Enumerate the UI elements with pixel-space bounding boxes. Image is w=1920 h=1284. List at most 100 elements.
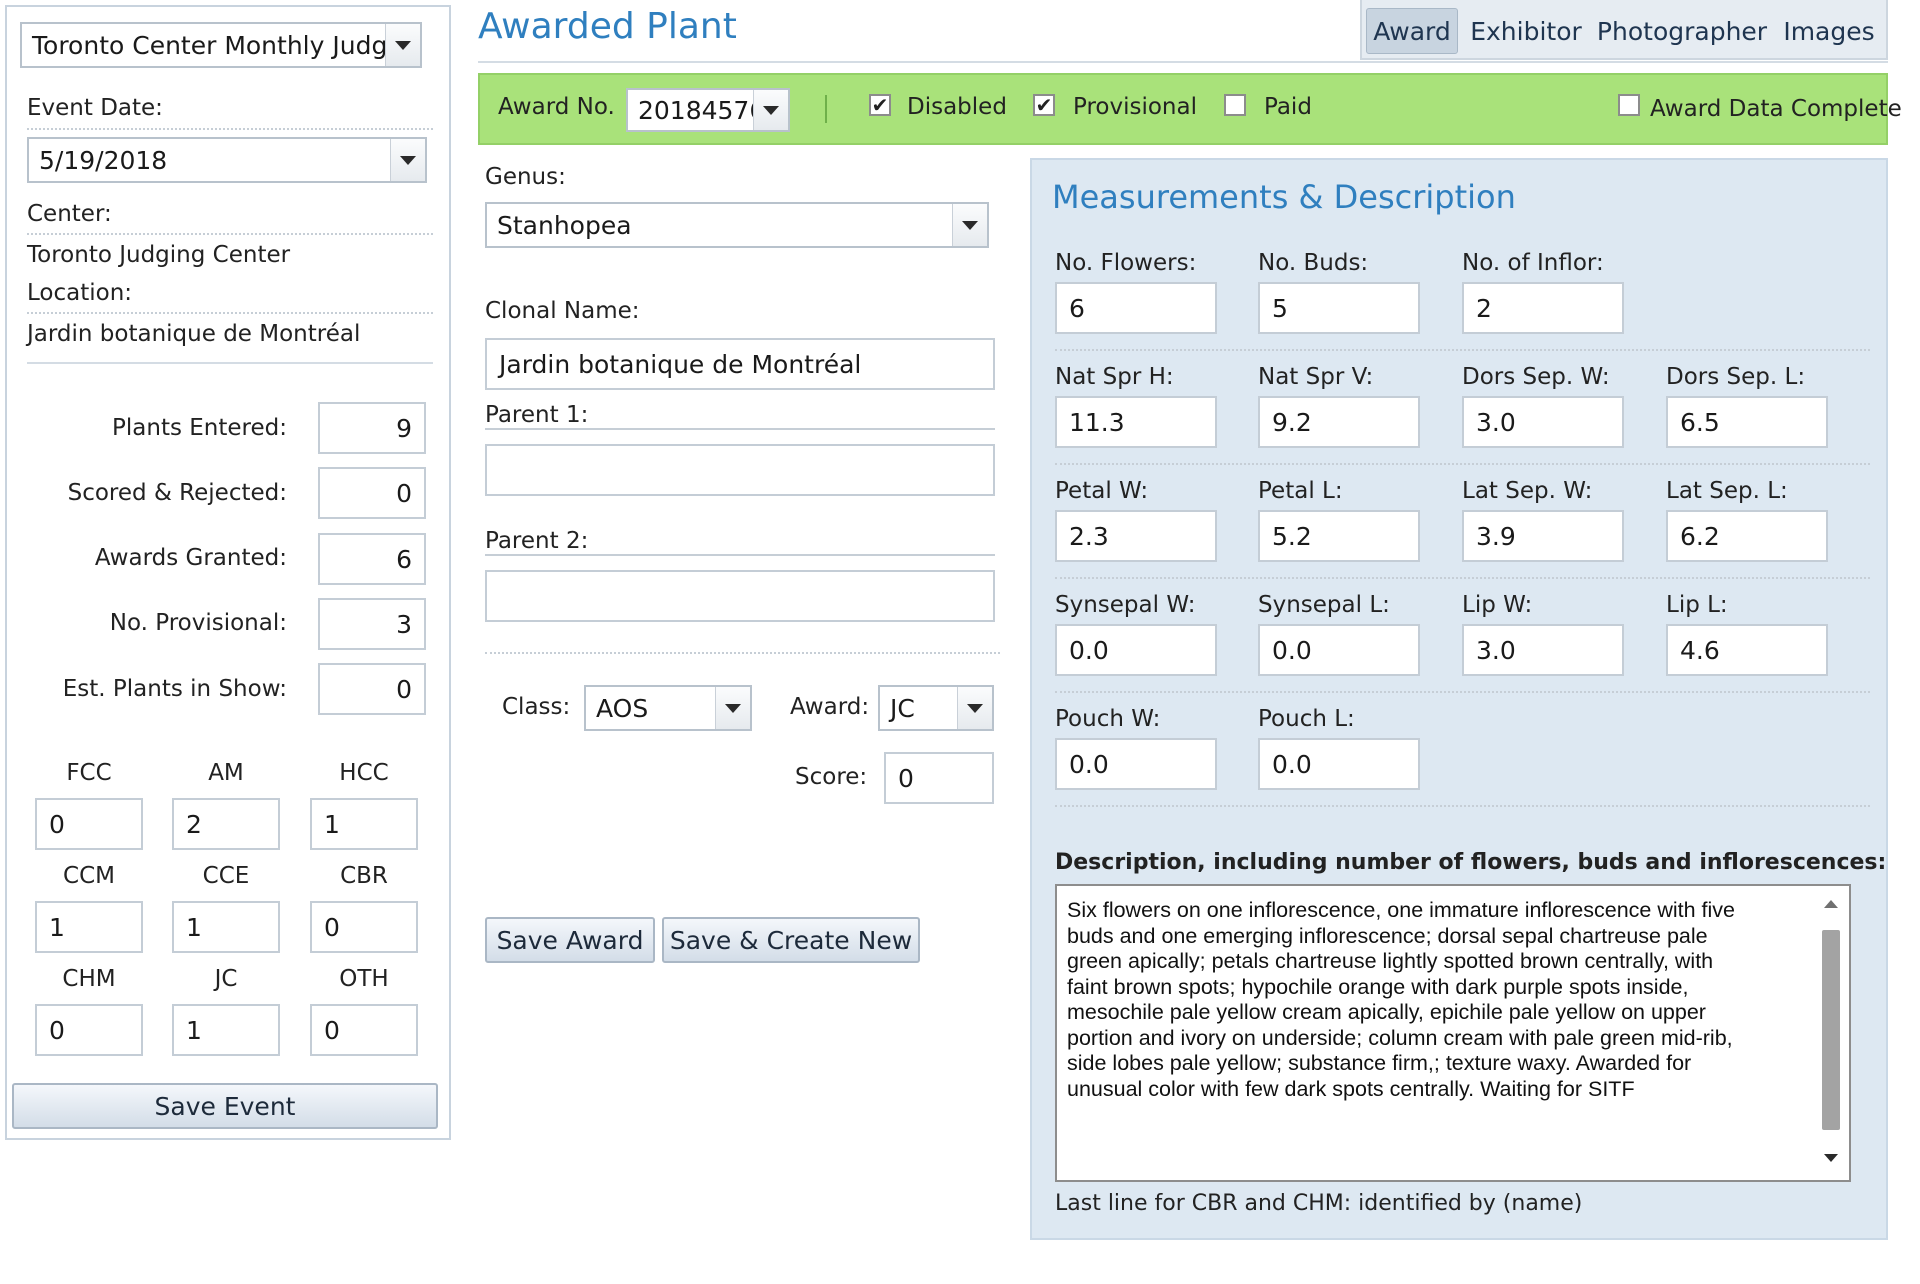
description-textarea[interactable]: Six flowers on one inflorescence, one im… — [1055, 884, 1851, 1182]
scroll-down-icon[interactable] — [1824, 1154, 1838, 1162]
dors-sep-l-field[interactable]: 6.5 — [1666, 396, 1828, 448]
center-value: Toronto Judging Center — [27, 242, 291, 268]
measure-label: Pouch W: — [1055, 706, 1161, 732]
scroll-up-icon[interactable] — [1824, 900, 1838, 908]
measure-label: Dors Sep. W: — [1462, 364, 1610, 390]
measure-label: Pouch L: — [1258, 706, 1355, 732]
scrollbar[interactable] — [1817, 892, 1845, 1174]
plants-entered-field[interactable]: 9 — [318, 402, 426, 454]
lip-l-field[interactable]: 4.6 — [1666, 624, 1828, 676]
synsepal-l-field[interactable]: 0.0 — [1258, 624, 1420, 676]
award-no-label: Award No. — [498, 94, 615, 120]
save-create-new-button[interactable]: Save & Create New — [662, 917, 920, 963]
pouch-w-field[interactable]: 0.0 — [1055, 738, 1217, 790]
description-label: Description, including number of flowers… — [1055, 850, 1887, 875]
scored-rejected-field[interactable]: 0 — [318, 467, 426, 519]
measure-label: No. of Inflor: — [1462, 250, 1604, 276]
event-select-value: Toronto Center Monthly Judgir — [32, 30, 385, 60]
disabled-label: Disabled — [907, 94, 1007, 120]
class-value: AOS — [596, 693, 649, 723]
chevron-down-icon[interactable] — [715, 687, 750, 729]
dors-sep-w-field[interactable]: 3.0 — [1462, 396, 1624, 448]
no-buds-field[interactable]: 5 — [1258, 282, 1420, 334]
stat-label: No. Provisional: — [109, 610, 287, 636]
est-plants-field[interactable]: 0 — [318, 663, 426, 715]
measure-label: Lat Sep. L: — [1666, 478, 1788, 504]
page-title: Awarded Plant — [478, 6, 737, 47]
clonal-name-input[interactable]: Jardin botanique de Montréal — [485, 338, 995, 390]
chm-count-field[interactable]: 0 — [35, 1004, 143, 1056]
award-count-label: CBR — [340, 863, 388, 889]
fcc-count-field[interactable]: 0 — [35, 798, 143, 850]
location-value: Jardin botanique de Montréal — [27, 321, 361, 347]
chevron-down-icon[interactable] — [390, 139, 425, 181]
paid-label: Paid — [1264, 94, 1312, 120]
description-text: Six flowers on one inflorescence, one im… — [1067, 898, 1736, 1101]
genus-label: Genus: — [485, 164, 566, 190]
genus-select[interactable]: Stanhopea — [485, 202, 989, 248]
event-select[interactable]: Toronto Center Monthly Judgir — [20, 22, 422, 68]
disabled-checkbox[interactable]: ✔ — [869, 94, 891, 116]
provisional-label: Provisional — [1073, 94, 1197, 120]
clonal-name-label: Clonal Name: — [485, 298, 640, 324]
stat-label: Scored & Rejected: — [67, 480, 287, 506]
petal-l-field[interactable]: 5.2 — [1258, 510, 1420, 562]
award-value: JC — [890, 693, 915, 723]
chevron-down-icon[interactable] — [957, 687, 992, 729]
ccm-count-field[interactable]: 1 — [35, 901, 143, 953]
oth-count-field[interactable]: 0 — [310, 1004, 418, 1056]
award-count-label: JC — [214, 966, 238, 992]
parent1-input[interactable] — [485, 444, 995, 496]
jc-count-field[interactable]: 1 — [172, 1004, 280, 1056]
measure-label: Synsepal W: — [1055, 592, 1196, 618]
parent2-label: Parent 2: — [485, 528, 589, 554]
scrollbar-thumb[interactable] — [1822, 930, 1840, 1130]
synsepal-w-field[interactable]: 0.0 — [1055, 624, 1217, 676]
no-flowers-field[interactable]: 6 — [1055, 282, 1217, 334]
no-inflor-field[interactable]: 2 — [1462, 282, 1624, 334]
lat-sep-w-field[interactable]: 3.9 — [1462, 510, 1624, 562]
nat-spr-v-field[interactable]: 9.2 — [1258, 396, 1420, 448]
paid-checkbox[interactable] — [1224, 94, 1246, 116]
pouch-l-field[interactable]: 0.0 — [1258, 738, 1420, 790]
measure-label: Nat Spr H: — [1055, 364, 1174, 390]
save-award-button[interactable]: Save Award — [485, 917, 655, 963]
chevron-down-icon[interactable] — [753, 90, 788, 130]
award-count-label: OTH — [339, 966, 389, 992]
am-count-field[interactable]: 2 — [172, 798, 280, 850]
lat-sep-l-field[interactable]: 6.2 — [1666, 510, 1828, 562]
tab-images[interactable]: Images — [1780, 8, 1878, 54]
measure-label: No. Buds: — [1258, 250, 1369, 276]
provisional-checkbox[interactable]: ✔ — [1033, 94, 1055, 116]
chevron-down-icon[interactable] — [385, 24, 420, 66]
score-input[interactable]: 0 — [884, 752, 994, 804]
nat-spr-h-field[interactable]: 11.3 — [1055, 396, 1217, 448]
tab-award[interactable]: Award — [1366, 8, 1458, 54]
tab-exhibitor[interactable]: Exhibitor — [1470, 8, 1582, 54]
award-no-value: 20184576 — [638, 95, 753, 125]
save-event-button[interactable]: Save Event — [12, 1083, 438, 1129]
parent2-input[interactable] — [485, 570, 995, 622]
tab-photographer[interactable]: Photographer — [1597, 8, 1767, 54]
award-select[interactable]: JC — [878, 685, 994, 731]
award-count-label: AM — [208, 760, 244, 786]
award-no-select[interactable]: 20184576 — [626, 88, 790, 132]
petal-w-field[interactable]: 2.3 — [1055, 510, 1217, 562]
event-date-label: Event Date: — [27, 95, 163, 121]
measure-label: Nat Spr V: — [1258, 364, 1374, 390]
hcc-count-field[interactable]: 1 — [310, 798, 418, 850]
chevron-down-icon[interactable] — [952, 204, 987, 246]
divider — [825, 95, 827, 123]
event-date-picker[interactable]: 5/19/2018 — [27, 137, 427, 183]
cce-count-field[interactable]: 1 — [172, 901, 280, 953]
award-count-label: HCC — [339, 760, 389, 786]
award-data-complete-checkbox[interactable] — [1618, 94, 1640, 116]
awards-granted-field[interactable]: 6 — [318, 533, 426, 585]
measurements-title: Measurements & Description — [1052, 178, 1516, 216]
no-provisional-field[interactable]: 3 — [318, 598, 426, 650]
lip-w-field[interactable]: 3.0 — [1462, 624, 1624, 676]
cbr-count-field[interactable]: 0 — [310, 901, 418, 953]
stat-label: Plants Entered: — [112, 415, 287, 441]
location-label: Location: — [27, 280, 133, 306]
class-select[interactable]: AOS — [584, 685, 752, 731]
